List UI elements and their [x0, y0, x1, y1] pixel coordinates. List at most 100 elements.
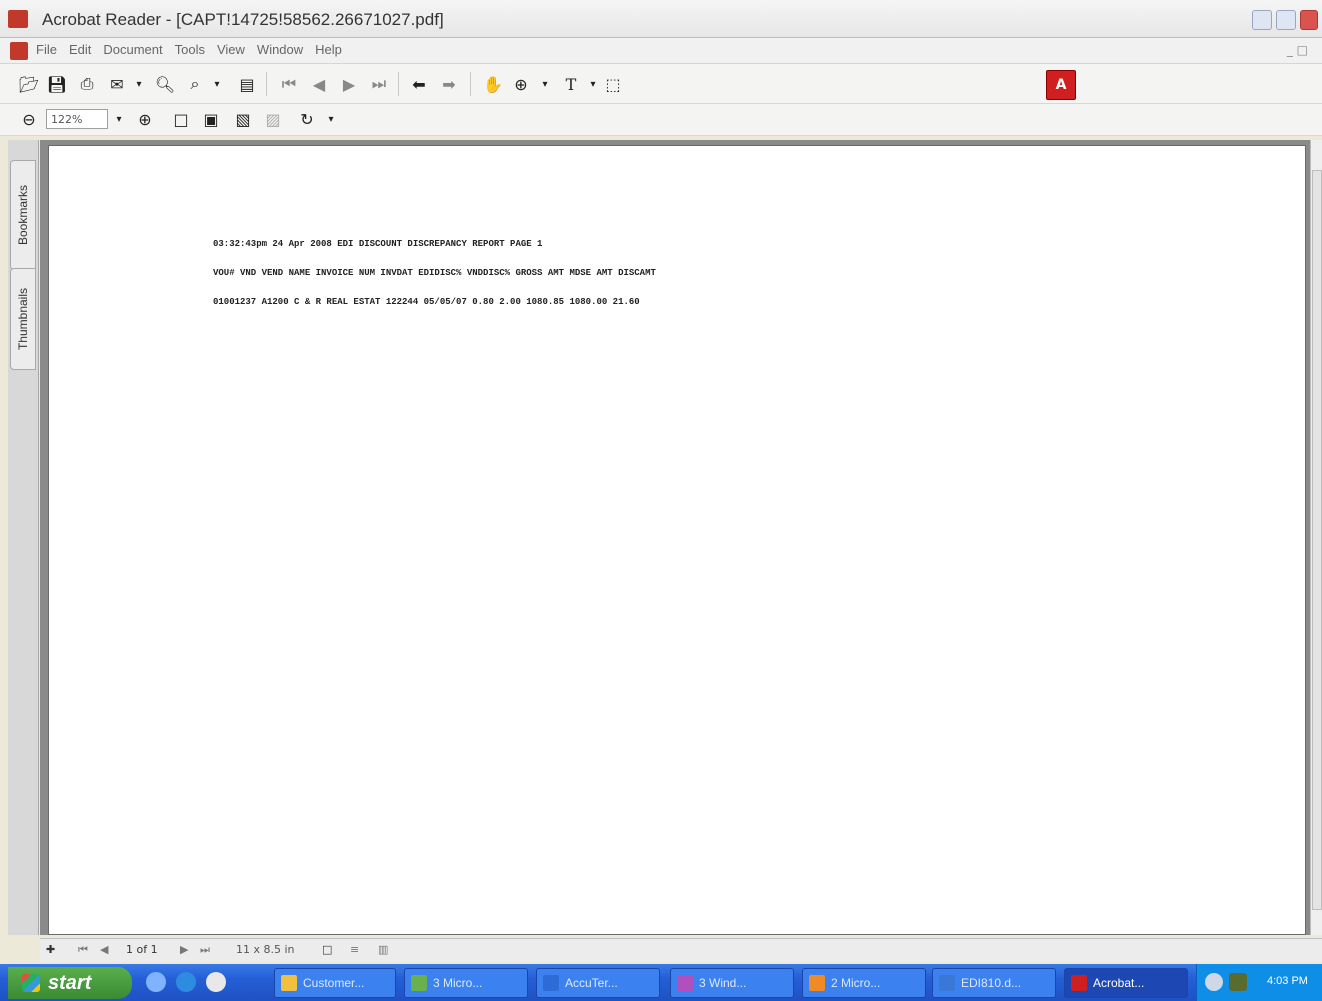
menu-help[interactable]: Help	[315, 42, 342, 57]
task-label: 2 Micro...	[831, 976, 881, 990]
save-icon[interactable]: 💾︎	[46, 73, 68, 95]
document-icon[interactable]	[10, 42, 28, 60]
email-icon[interactable]: ✉	[106, 73, 128, 95]
status-bar: ✚ ⏮︎ ◀ 1 of 1 ▶ ⏭︎ 11 x 8.5 in □ ≡ ▥	[40, 938, 1322, 962]
acrobat-app-icon	[8, 10, 28, 28]
pdf-page[interactable]: 03:32:43pm 24 Apr 2008 EDI DISCOUNT DISC…	[48, 145, 1306, 935]
zoom-dropdown-chevron-icon[interactable]: ▾	[108, 108, 130, 130]
adobe-logo-icon[interactable]: A	[1046, 70, 1076, 100]
menu-file[interactable]: File	[36, 42, 57, 57]
scrollbar-thumb[interactable]	[1312, 170, 1322, 910]
next-page-icon[interactable]: ▶	[180, 943, 188, 956]
start-button[interactable]: start	[8, 967, 132, 999]
report-header: 03:32:43pm 24 Apr 2008 EDI DISCOUNT DISC…	[213, 239, 543, 249]
fit-page-icon[interactable]: ▣	[200, 108, 222, 130]
previous-view-icon[interactable]: ⬅	[408, 73, 430, 95]
page-navigation-icon[interactable]: ✚	[46, 943, 55, 956]
accuterm-icon	[543, 975, 559, 991]
tab-bookmarks[interactable]: Bookmarks	[10, 160, 36, 270]
task-label: Customer...	[303, 976, 365, 990]
menu-window[interactable]: Window	[257, 42, 303, 57]
actual-size-icon[interactable]: □	[170, 108, 192, 130]
toolbar-separator	[398, 72, 399, 96]
menu-view[interactable]: View	[217, 42, 245, 57]
acrobat-icon	[1071, 975, 1087, 991]
taskbar: start Customer... 3 Micro... AccuTer... …	[0, 964, 1322, 1001]
find-icon[interactable]: 🔍︎	[154, 73, 176, 95]
rotate-icon[interactable]: ↻	[296, 108, 318, 130]
facing-icon[interactable]: ▥	[378, 943, 388, 956]
task-label: 3 Wind...	[699, 976, 747, 990]
word-icon	[939, 975, 955, 991]
toolbar-separator	[470, 72, 471, 96]
start-label: start	[48, 971, 92, 994]
windows-icon	[677, 975, 693, 991]
navigation-pane-icon[interactable]: ▤	[236, 73, 258, 95]
search-icon[interactable]: ⌕	[184, 73, 206, 95]
next-view-icon[interactable]: ➡	[438, 73, 460, 95]
document-window-controls[interactable]: _ □	[1287, 43, 1308, 57]
task-label: AccuTer...	[565, 976, 618, 990]
side-panel: Bookmarks Thumbnails	[8, 140, 39, 935]
folder-icon	[281, 975, 297, 991]
tab-thumbnails[interactable]: Thumbnails	[10, 268, 36, 370]
print-icon[interactable]: ⎙	[76, 73, 98, 95]
clock: 4:03 PM	[1267, 975, 1308, 987]
last-page-icon[interactable]: ⏭︎	[200, 943, 210, 957]
network-icon[interactable]	[1205, 973, 1223, 991]
chevron-down-icon[interactable]: ▾	[206, 73, 228, 95]
menu-tools[interactable]: Tools	[175, 42, 205, 57]
task-acrobat[interactable]: Acrobat...	[1064, 968, 1188, 998]
menu-document[interactable]: Document	[103, 42, 162, 57]
task-micro-2[interactable]: 2 Micro...	[802, 968, 926, 998]
internet-explorer-icon[interactable]	[176, 972, 196, 992]
continuous-icon[interactable]: ≡	[350, 943, 359, 956]
system-tray: 4:03 PM	[1196, 964, 1322, 1001]
main-toolbar: 📂︎ 💾︎ ⎙ ✉ ▾ 🔍︎ ⌕ ▾ ▤ ⏮︎ ◀ ▶ ⏭︎ ⬅ ➡ ✋ ⊕ ▾…	[0, 64, 1322, 104]
powerpoint-icon	[809, 975, 825, 991]
zoom-out-icon[interactable]: ⊖	[18, 108, 40, 130]
next-page-icon[interactable]: ▶	[338, 73, 360, 95]
chevron-down-icon[interactable]: ▾	[128, 73, 150, 95]
close-button[interactable]	[1300, 10, 1318, 30]
menu-edit[interactable]: Edit	[69, 42, 91, 57]
media-player-icon[interactable]	[206, 972, 226, 992]
chevron-down-icon[interactable]: ▾	[320, 108, 342, 130]
task-micro-1[interactable]: 3 Micro...	[404, 968, 528, 998]
previous-page-icon[interactable]: ◀	[308, 73, 330, 95]
zoom-in-tool-icon[interactable]: ⊕	[510, 73, 532, 95]
menu-bar: File Edit Document Tools View Window Hel…	[0, 38, 1322, 64]
last-page-icon[interactable]: ⏭︎	[368, 73, 390, 95]
chevron-down-icon[interactable]: ▾	[582, 73, 604, 95]
fit-visible-icon[interactable]: ▨	[262, 108, 284, 130]
text-select-icon[interactable]: T	[560, 73, 582, 95]
show-desktop-icon[interactable]	[146, 972, 166, 992]
task-label: EDI810.d...	[961, 976, 1022, 990]
excel-icon	[411, 975, 427, 991]
task-customer[interactable]: Customer...	[274, 968, 396, 998]
open-icon[interactable]: 📂︎	[18, 73, 40, 95]
task-windows[interactable]: 3 Wind...	[670, 968, 794, 998]
task-accuter[interactable]: AccuTer...	[536, 968, 660, 998]
previous-page-icon[interactable]: ◀	[100, 943, 108, 956]
minimize-button[interactable]	[1252, 10, 1272, 30]
tray-app-icon[interactable]	[1229, 973, 1247, 991]
first-page-icon[interactable]: ⏮︎	[78, 943, 88, 957]
snapshot-tool-icon[interactable]: ⬚	[602, 73, 624, 95]
vertical-scrollbar[interactable]	[1310, 140, 1322, 935]
title-bar: Acrobat Reader - [CAPT!14725!58562.26671…	[0, 0, 1322, 38]
view-toolbar: ⊖ ▾ ⊕ □ ▣ ▧ ▨ ↻ ▾	[0, 104, 1322, 136]
fit-width-icon[interactable]: ▧	[232, 108, 254, 130]
report-column-headers: VOU# VND VEND NAME INVOICE NUM INVDAT ED…	[213, 268, 656, 278]
first-page-icon[interactable]: ⏮︎	[278, 73, 300, 95]
maximize-button[interactable]	[1276, 10, 1296, 30]
zoom-in-icon[interactable]: ⊕	[134, 108, 156, 130]
chevron-down-icon[interactable]: ▾	[534, 73, 556, 95]
task-edi810[interactable]: EDI810.d...	[932, 968, 1056, 998]
single-page-icon[interactable]: □	[322, 943, 332, 956]
hand-tool-icon[interactable]: ✋	[482, 73, 504, 95]
menu-items: File Edit Document Tools View Window Hel…	[36, 42, 342, 57]
page-indicator[interactable]: 1 of 1	[126, 943, 158, 956]
tab-thumbnails-label: Thumbnails	[16, 287, 30, 351]
zoom-input[interactable]: 122%	[46, 109, 108, 129]
